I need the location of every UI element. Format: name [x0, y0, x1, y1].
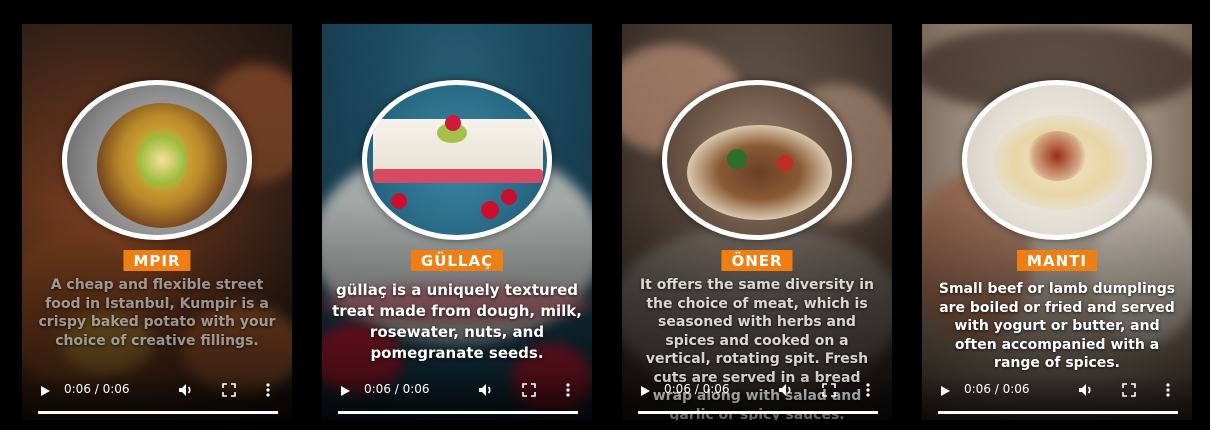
dish-title: MANTI — [1017, 250, 1097, 271]
time-display: 0:06 / 0:06 — [964, 382, 1030, 396]
video-player-gullac[interactable]: GÜLLAÇ güllaç is a uniquely textured tre… — [322, 24, 592, 420]
volume-icon[interactable] — [1078, 382, 1094, 398]
fullscreen-icon[interactable] — [222, 383, 236, 397]
video-player-manti[interactable]: MANTI Small beef or lamb dumplings are b… — [922, 24, 1192, 420]
volume-icon[interactable] — [178, 382, 194, 398]
dish-image-kumpir — [62, 80, 252, 240]
fullscreen-icon[interactable] — [522, 383, 536, 397]
play-icon[interactable] — [38, 384, 52, 398]
dish-description: güllaç is a uniquely textured treat made… — [332, 281, 582, 362]
video-player-doner[interactable]: ÖNER It offers the same diversity in the… — [622, 24, 892, 420]
more-options-icon[interactable] — [265, 382, 271, 398]
fullscreen-icon[interactable] — [1122, 383, 1136, 397]
video-controls: 0:06 / 0:06 — [322, 374, 592, 420]
progress-bar[interactable] — [38, 411, 278, 414]
dish-description: Small beef or lamb dumplings are boiled … — [938, 281, 1176, 371]
video-controls: 0:06 / 0:06 — [622, 374, 892, 420]
video-controls: 0:06 / 0:06 — [22, 374, 292, 420]
dish-title: MPIR — [123, 250, 191, 271]
progress-bar[interactable] — [338, 411, 578, 414]
dish-image-manti — [962, 80, 1152, 240]
play-icon[interactable] — [938, 384, 952, 398]
volume-icon[interactable] — [778, 382, 794, 398]
time-display: 0:06 / 0:06 — [364, 382, 430, 396]
more-options-icon[interactable] — [1165, 382, 1171, 398]
more-options-icon[interactable] — [865, 382, 871, 398]
volume-icon[interactable] — [478, 382, 494, 398]
play-icon[interactable] — [638, 384, 652, 398]
play-icon[interactable] — [338, 384, 352, 398]
progress-bar[interactable] — [638, 411, 878, 414]
time-display: 0:06 / 0:06 — [64, 382, 130, 396]
video-controls: 0:06 / 0:06 — [922, 374, 1192, 420]
fullscreen-icon[interactable] — [822, 383, 836, 397]
progress-bar[interactable] — [938, 411, 1178, 414]
time-display: 0:06 / 0:06 — [664, 382, 730, 396]
video-gallery: MPIR A cheap and flexible street food in… — [0, 0, 1210, 430]
dish-description: A cheap and flexible street food in Ista… — [38, 277, 276, 349]
dish-title: ÖNER — [721, 250, 793, 271]
video-player-kumpir[interactable]: MPIR A cheap and flexible street food in… — [22, 24, 292, 420]
dish-title: GÜLLAÇ — [410, 250, 504, 271]
dish-image-doner — [662, 80, 852, 240]
more-options-icon[interactable] — [565, 382, 571, 398]
dish-image-gullac — [362, 80, 552, 240]
